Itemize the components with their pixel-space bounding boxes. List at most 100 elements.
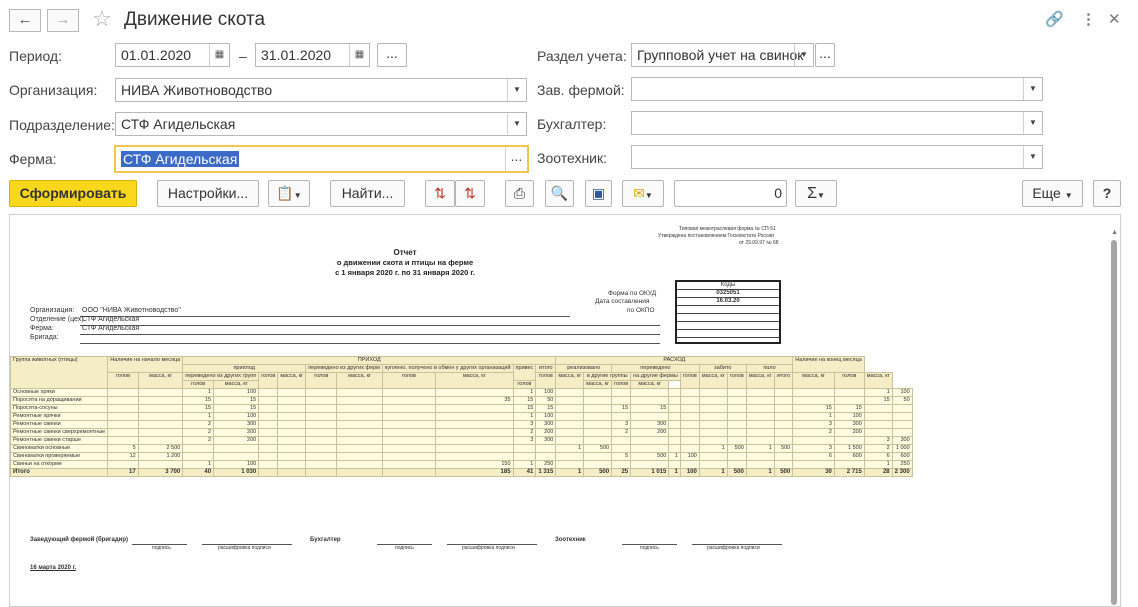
table-cell: 1 [863,388,893,397]
col-gain: привес [512,364,537,381]
scroll-up-icon[interactable]: ▲ [1111,229,1118,236]
org-field[interactable]: НИВА Животноводство ▼ [115,78,527,102]
table-cell: 500 [726,444,747,453]
table-cell [213,444,260,453]
find-button[interactable]: Найти... [330,180,405,207]
period-select-button[interactable]: ... [377,43,407,67]
more-vert-icon[interactable]: ⋮ [1081,10,1096,28]
sum-mode-button[interactable]: Σ▼ [795,180,837,207]
farm-manager-field[interactable]: ▼ [631,77,1043,101]
section-select-button[interactable]: ... [815,43,835,67]
table-cell [773,404,794,413]
col-heads: голов [107,372,139,389]
table-cell: 300 [535,420,557,429]
table-cell [583,420,613,429]
table-cell: 185 [434,468,514,477]
table-cell [863,412,893,421]
vertical-scrollbar[interactable] [1111,240,1117,605]
table-cell [611,460,632,469]
table-cell: 15 [833,404,865,413]
settings-button[interactable]: Настройки... [157,180,259,207]
forward-button[interactable]: → [47,9,79,32]
row-name: Свиноматки проверяемые [10,452,109,461]
table-cell [863,420,893,429]
table-cell: 100 [891,388,913,397]
col-mass: масса, кг [583,380,613,389]
table-cell [726,452,747,461]
table-cell [668,396,681,405]
col-mass: масса, кг [277,372,307,389]
send-email-button[interactable]: ✉▼ [622,180,664,207]
period-to-field[interactable]: 31.01.2020 ▦ [255,43,370,67]
table-cell [583,452,613,461]
table-cell [679,420,700,429]
okud-label: Форма по ОКУД [608,290,657,297]
calendar-icon[interactable]: ▦ [209,44,229,66]
chevron-down-icon[interactable]: ▼ [1023,146,1042,168]
more-button[interactable]: Еще ▼ [1022,180,1083,207]
table-cell [698,404,728,413]
table-cell [107,420,139,429]
table-cell [698,412,728,421]
col-offspring: приплод [182,364,307,373]
farm-field[interactable]: СТФ Агидельская ... [114,145,529,173]
table-cell: 250 [535,460,557,469]
help-button[interactable]: ? [1093,180,1121,207]
table-row: Поросята на доращивании 15 15 35 15 50 15 50 [10,396,913,405]
close-icon[interactable]: ✕ [1108,10,1121,28]
col-heads: голов [679,372,700,389]
table-cell: 1 [745,468,775,477]
col-mass: масса, кг [213,380,260,389]
table-cell [107,396,139,405]
chevron-down-icon[interactable]: ▼ [1023,78,1042,100]
print-button[interactable]: ⎙ [505,180,534,207]
underline [80,334,660,335]
dept-field[interactable]: СТФ Агидельская ▼ [115,112,527,136]
table-cell [336,444,383,453]
sort-asc-button[interactable]: ⇅ [455,180,485,207]
table-cell: 2 500 [137,444,184,453]
col-mass: масса, кг [434,372,514,389]
sort-desc-button[interactable]: ⇅ [425,180,455,207]
zootech-field[interactable]: ▼ [631,145,1043,169]
farm-select-button[interactable]: ... [505,147,527,171]
underline [80,343,660,344]
table-row: Свиноматки проверяемые 12 1 200 5 500 1 100 6 60… [10,452,913,461]
table-cell: 2 300 [891,468,913,477]
calendar-icon[interactable]: ▦ [349,44,369,66]
table-cell [434,412,514,421]
period-from-field[interactable]: 01.01.2020 ▦ [115,43,230,67]
link-icon[interactable]: 🔗 [1045,10,1064,28]
report-document[interactable]: Типовая межотраслевая форма № СП-51 Утве… [9,214,1121,607]
chevron-down-icon[interactable]: ▼ [1023,112,1042,134]
favorite-star-icon[interactable]: ☆ [92,6,112,32]
table-cell: 1 [555,444,585,453]
col-heads: голов [381,372,436,389]
table-cell: 15 [512,404,537,413]
preview-button[interactable]: 🔍 [545,180,574,207]
table-cell [305,388,338,397]
table-cell [630,460,670,469]
table-cell: 15 [611,404,632,413]
table-cell [512,444,537,453]
table-cell [258,428,279,437]
section-field[interactable]: Групповой учет на свинок ▼ [631,43,814,67]
variants-button[interactable]: 📋▼ [268,180,310,207]
save-button[interactable]: ▣ [585,180,612,207]
chevron-down-icon[interactable]: ▼ [794,44,813,66]
generate-button[interactable]: Сформировать [9,180,137,207]
back-button[interactable]: ← [9,9,41,32]
report-variants-icon: 📋 [276,185,294,201]
table-cell [726,460,747,469]
accountant-field[interactable]: ▼ [631,111,1043,135]
chevron-down-icon[interactable]: ▼ [507,113,526,135]
table-header-row: Группа животных (птицы) Наличие на начал… [10,356,913,389]
table-cell [336,460,383,469]
table-cell: 3 [611,420,632,429]
okpo-label: по ОКПО [627,307,655,314]
sum-field[interactable]: 0 [674,180,787,207]
table-row: Ремонтные свинки 2 300 3 300 3 300 3 300 [10,420,913,429]
rep-brigade-label: Бригада: [30,334,59,341]
chevron-down-icon[interactable]: ▼ [507,79,526,101]
table-cell [381,428,436,437]
